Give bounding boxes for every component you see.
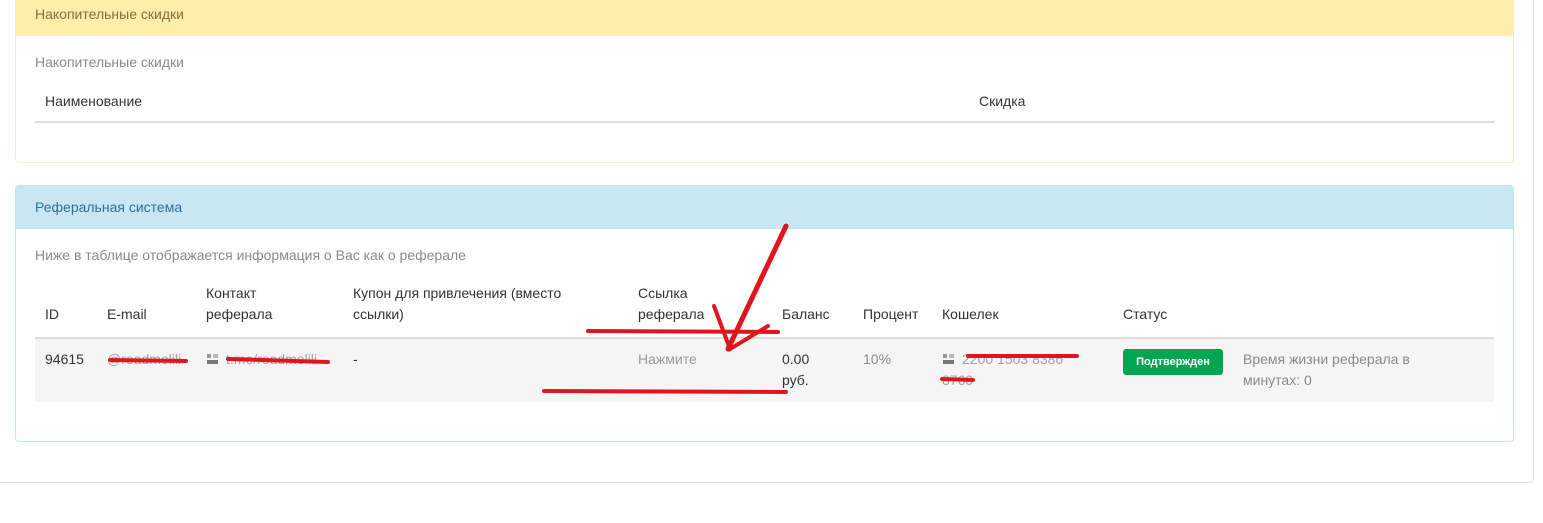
referral-email: @roadmelili	[107, 351, 182, 367]
column-header-wallet: Кошелек	[942, 306, 999, 322]
card-icon	[942, 352, 956, 366]
column-header-discount: Скидка	[979, 93, 1026, 109]
table-row: 94615 @roadmelili t.me/roadmelili - Нажм…	[35, 339, 1494, 402]
panel-title: Реферальная система	[35, 199, 183, 215]
telegram-icon	[206, 352, 220, 366]
content-area: Накопительные скидки Накопительные скидк…	[0, 0, 1534, 483]
referral-lifetime: Время жизни реферала в минутах: 0	[1243, 351, 1410, 388]
referral-description: Ниже в таблице отображается информация о…	[35, 247, 466, 263]
column-header-percent: Процент	[863, 306, 919, 322]
referral-contact[interactable]: t.me/roadmelili	[206, 349, 317, 370]
referral-coupon: -	[353, 351, 358, 367]
referral-balance: 0.00 руб.	[782, 351, 810, 388]
referral-id: 94615	[45, 351, 84, 367]
cumulative-discounts-heading: Накопительные скидки	[16, 0, 1513, 36]
column-header-status: Статус	[1123, 306, 1168, 322]
column-header-name: Наименование	[45, 93, 143, 109]
referral-link-button[interactable]: Нажмите	[638, 349, 697, 370]
referral-percent: 10%	[863, 351, 892, 367]
referral-heading: Реферальная система	[16, 186, 1513, 229]
cumulative-description: Накопительные скидки	[35, 54, 184, 70]
cumulative-discounts-panel: Накопительные скидки Накопительные скидк…	[15, 0, 1514, 163]
cumulative-table-header: Наименование Скидка	[35, 81, 1494, 123]
column-header-link: Ссылка реферала	[638, 285, 705, 322]
column-header-coupon: Купон для привлечения (вместо ссылки)	[353, 285, 562, 322]
panel-title: Накопительные скидки	[35, 6, 184, 22]
column-header-contact: Контакт реферала	[206, 285, 273, 322]
status-badge[interactable]: Подтвержден	[1123, 349, 1223, 375]
column-header-email: E-mail	[107, 306, 147, 322]
column-header-id: ID	[45, 306, 59, 322]
referral-wallet: 2200 1503 8386 8760	[942, 351, 1064, 388]
referral-table-header: ID E-mail Контакт реферала Купон для при…	[35, 283, 1494, 339]
referral-panel: Реферальная система Ниже в таблице отобр…	[15, 185, 1514, 442]
column-header-balance: Баланс	[782, 306, 830, 322]
